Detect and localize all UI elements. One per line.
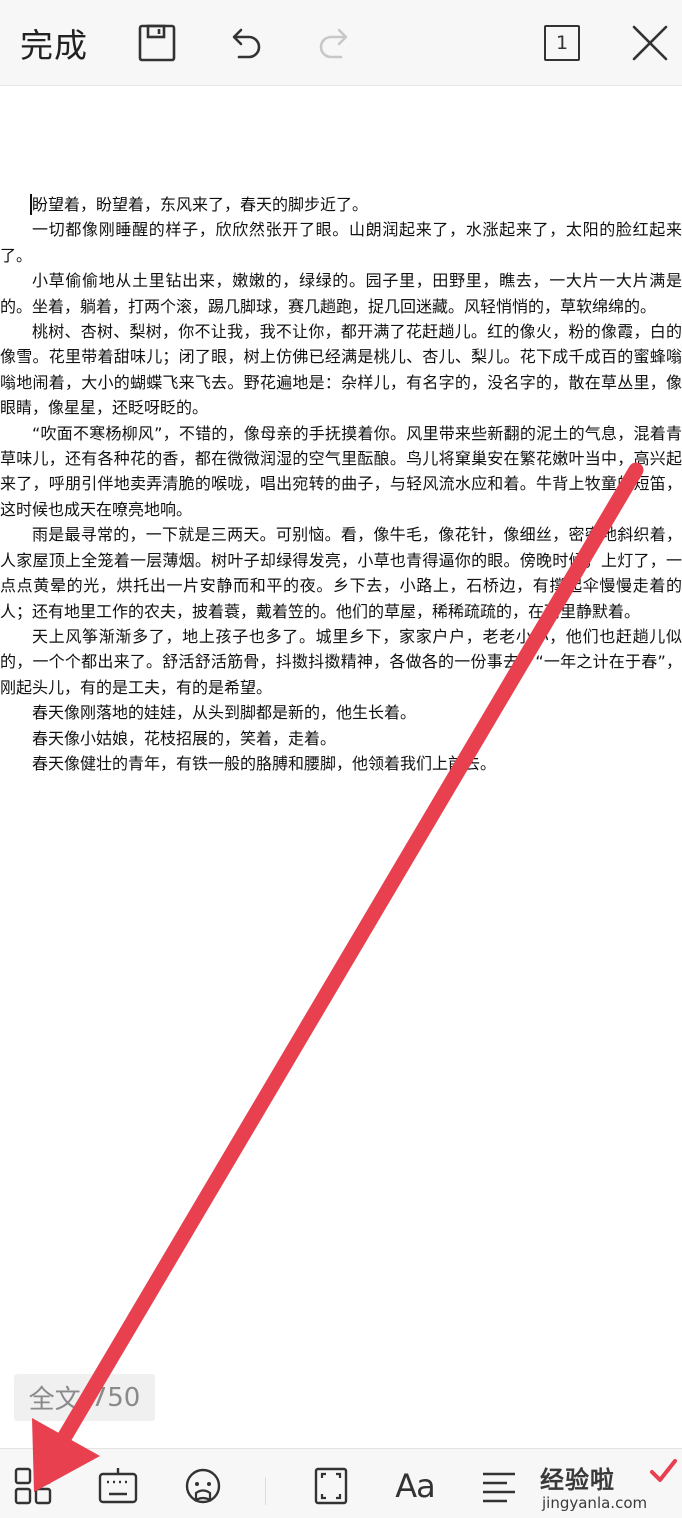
paragraph: 桃树、杏树、梨树，你不让我，我不让你，都开满了花赶趟儿。红的像火，粉的像霞，白的… [0,322,682,418]
word-count-label: 全文 [28,1385,81,1415]
voice-assistant-icon [185,1468,221,1504]
paragraph: 天上风筝渐渐多了，地上孩子也多了。城里乡下，家家户户，老老小小，他们也赶趟儿似的… [0,626,682,697]
close-icon [632,25,668,61]
paragraph: 盼望着，盼望着，东风来了，春天的脚步近了。 [0,192,682,217]
redo-icon [319,28,348,59]
toolbar-divider [265,1477,266,1505]
keyboard-button[interactable] [91,1455,145,1517]
keyboard-icon [98,1468,138,1504]
close-button[interactable] [626,0,674,86]
paragraph: 雨是最寻常的，一下就是三两天。可别恼。看，像牛毛，像花针，像细丝，密密地斜织着，… [0,525,682,621]
editor-screen: 完成 1 盼望着，盼望着，东风来了，春天的脚步近了。 一切都像刚睡醒的样子，欣欣… [0,0,682,1518]
bottom-toolbar: Aa [0,1448,682,1518]
top-toolbar: 完成 1 [0,0,682,86]
align-button[interactable] [472,1455,526,1517]
page-count-button[interactable]: 1 [540,0,584,86]
redo-button[interactable] [312,0,358,86]
undo-button[interactable] [222,0,268,86]
paragraph: 小草偷偷地从土里钻出来，嫩嫩的，绿绿的。园子里，田野里，瞧去，一大片一大片满是的… [0,271,682,316]
paragraph: 春天像刚落地的娃娃，从头到脚都是新的，他生长着。 [32,703,417,723]
voice-assistant-button[interactable] [176,1455,230,1517]
paragraph-text: 盼望着，盼望着，东风来了，春天的脚步近了。 [32,195,369,214]
text-cursor [30,194,32,215]
save-button[interactable] [134,0,180,86]
font-style-icon: Aa [395,1467,435,1505]
word-count-badge[interactable]: 全文 750 [14,1374,155,1421]
apps-button[interactable] [6,1455,60,1517]
apps-grid-icon [14,1467,52,1505]
paragraph: 一切都像刚睡醒的样子，欣欣然张开了眼。山朗润起来了，水涨起来了，太阳的脸红起来了… [0,220,682,265]
done-button[interactable]: 完成 [14,0,94,86]
page-count-icon: 1 [544,25,580,61]
paragraph: 春天像健壮的青年，有铁一般的胳膊和腰脚，他领着我们上前去。 [32,753,497,773]
undo-icon [232,28,261,59]
fullscreen-button[interactable] [304,1455,358,1517]
align-icon [483,1472,515,1503]
fullscreen-icon [314,1467,348,1505]
save-icon [138,24,176,62]
paragraph: 春天像小姑娘，花枝招展的，笑着，走着。 [32,728,337,748]
document-body[interactable]: 盼望着，盼望着，东风来了，春天的脚步近了。 一切都像刚睡醒的样子，欣欣然张开了眼… [0,192,682,852]
word-count-value: 750 [90,1382,141,1413]
paragraph: “吹面不寒杨柳风”，不错的，像母亲的手抚摸着你。风里带来些新翻的泥土的气息，混着… [0,423,682,519]
font-style-button[interactable]: Aa [388,1455,442,1517]
